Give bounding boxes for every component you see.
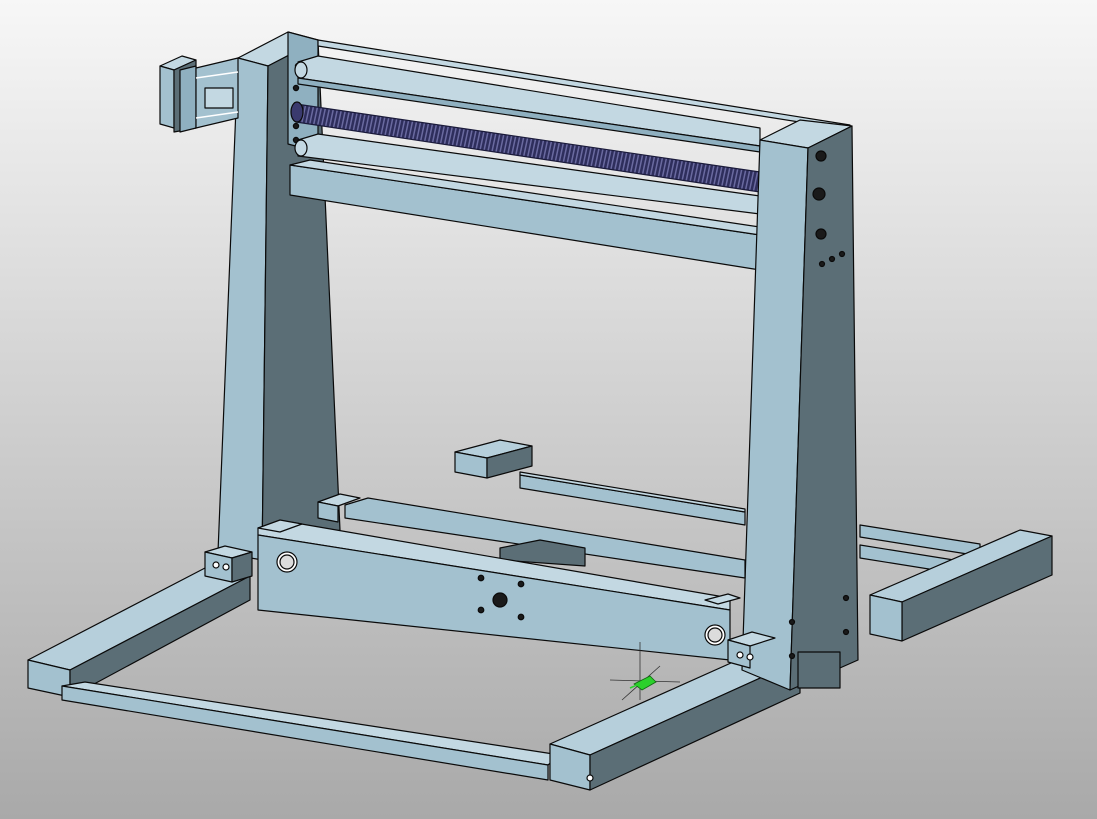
left-mount-block[interactable]	[204, 545, 253, 583]
stepper-motor[interactable]	[159, 55, 239, 133]
cad-model-canvas[interactable]	[0, 0, 1097, 819]
right-side-plate[interactable]	[741, 119, 859, 691]
cad-3d-viewport[interactable]	[0, 0, 1097, 819]
